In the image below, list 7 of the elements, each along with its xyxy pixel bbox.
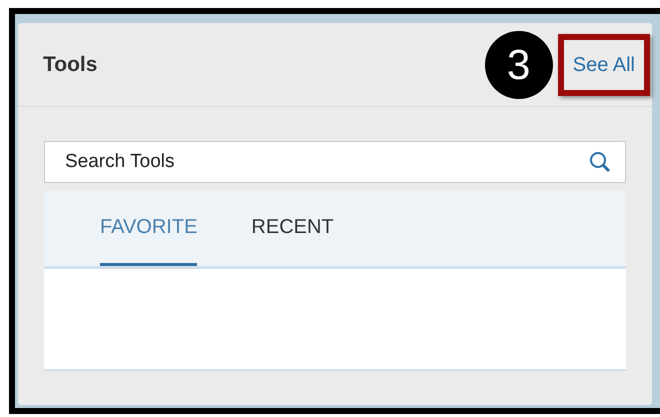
tab[interactable]: RECENT <box>251 191 334 266</box>
see-all-link[interactable]: See All <box>572 54 635 76</box>
step-marker: 3 <box>484 30 553 98</box>
panel-title: Tools <box>43 52 98 78</box>
tab[interactable]: FAVORITE <box>100 191 198 266</box>
search-icon[interactable] <box>588 150 612 174</box>
search-field[interactable]: Search Tools <box>44 141 626 183</box>
